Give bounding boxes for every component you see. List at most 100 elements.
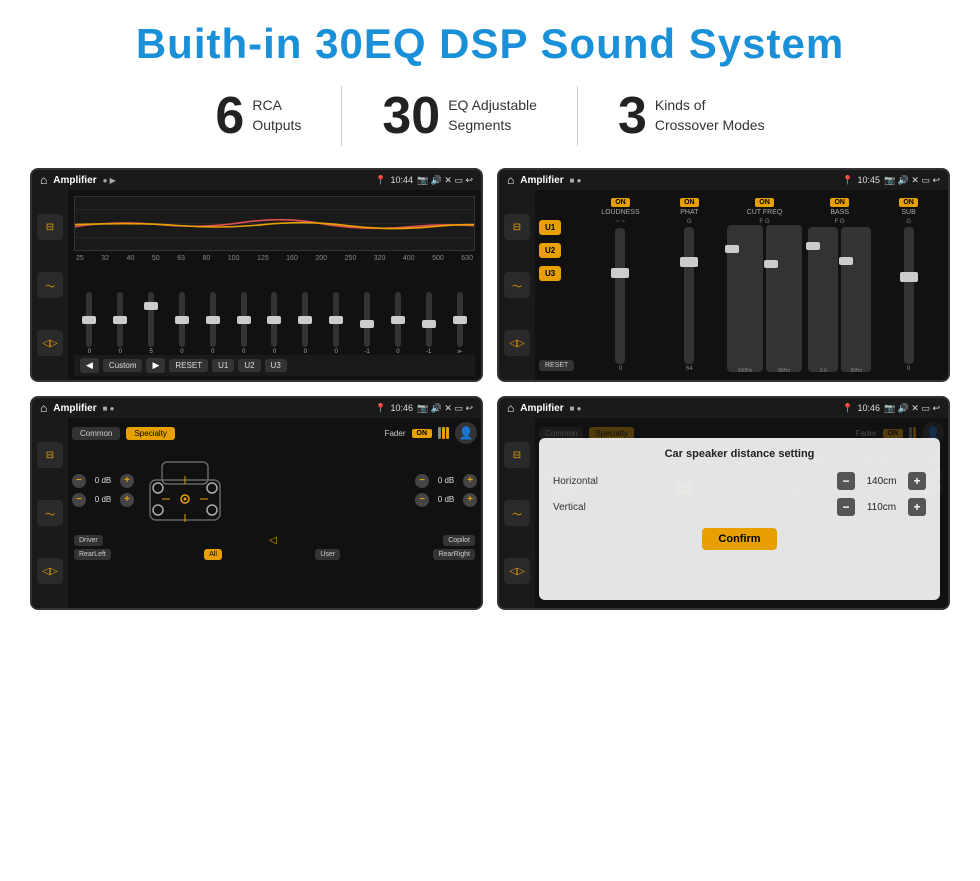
- status-bar-2: ⌂ Amplifier ■ ● 📍 10:45 📷 🔊 ✕ ▭ ↩: [499, 170, 948, 190]
- cutfreq-slider2[interactable]: 80Hz: [766, 225, 802, 372]
- cross-tab-common[interactable]: Common: [72, 427, 120, 440]
- screen-cross-wrapper: ⌂ Amplifier ■ ● 📍 10:46 📷 🔊 ✕ ▭ ↩ ⊟ 〜 ◁▷: [30, 396, 483, 610]
- right-db1-minus[interactable]: −: [415, 474, 429, 488]
- cross-wave-btn[interactable]: 〜: [37, 500, 63, 526]
- u2-button[interactable]: U2: [539, 243, 561, 258]
- cross-top-row: Common Specialty Fader ON 👤: [72, 422, 477, 444]
- eq-u1-btn[interactable]: U1: [212, 359, 234, 372]
- eq-volume-btn[interactable]: ◁▷: [37, 330, 63, 356]
- eq-wave-btn[interactable]: 〜: [37, 272, 63, 298]
- horizontal-minus-btn[interactable]: −: [837, 472, 855, 490]
- right-db-controls: − 0 dB + − 0 dB +: [415, 474, 477, 507]
- eq-prev-btn[interactable]: ◀: [80, 358, 99, 373]
- dialog-wave-btn[interactable]: 〜: [504, 500, 530, 526]
- profile-icon[interactable]: 👤: [455, 422, 477, 444]
- sub-slider[interactable]: [904, 227, 914, 364]
- status-right-4: 📍 10:46 📷 🔊 ✕ ▭ ↩: [842, 403, 940, 414]
- eq-slider-5[interactable]: 0: [230, 292, 257, 355]
- fader-label: Fader: [385, 429, 406, 438]
- sub-on[interactable]: ON: [899, 198, 918, 207]
- eq-slider-3[interactable]: 0: [169, 292, 196, 355]
- rearright-btn[interactable]: RearRight: [433, 549, 475, 560]
- cutfreq-slider1[interactable]: 100Hz: [727, 225, 763, 372]
- eq-slider-8[interactable]: 0: [323, 292, 350, 355]
- eq-u2-btn[interactable]: U2: [238, 359, 260, 372]
- left-db2-plus[interactable]: +: [120, 493, 134, 507]
- stat-rca: 6 RCA Outputs: [175, 90, 341, 142]
- amp2-reset-btn[interactable]: RESET: [539, 354, 574, 372]
- cross-filter-btn[interactable]: ⊟: [37, 442, 63, 468]
- dialog-volume-btn[interactable]: ◁▷: [504, 558, 530, 584]
- phat-on[interactable]: ON: [680, 198, 699, 207]
- vertical-row: Vertical − 110cm +: [553, 498, 926, 516]
- copilot-btn[interactable]: Copilot: [443, 535, 475, 546]
- bass-label: BASS: [830, 209, 849, 216]
- eq-slider-7[interactable]: 0: [292, 292, 319, 355]
- eq-slider-1[interactable]: 0: [107, 292, 134, 355]
- right-db-control-1: − 0 dB +: [415, 474, 477, 488]
- rearleft-btn[interactable]: RearLeft: [74, 549, 111, 560]
- left-db1-plus[interactable]: +: [120, 474, 134, 488]
- dialog-title: Car speaker distance setting: [553, 448, 926, 460]
- u1-button[interactable]: U1: [539, 220, 561, 235]
- horizontal-row: Horizontal − 140cm +: [553, 472, 926, 490]
- eq-freq-labels: 25 32 40 50 63 80 100 125 160 200 250 32…: [74, 255, 475, 262]
- dialog-filter-btn[interactable]: ⊟: [504, 442, 530, 468]
- stat-number-rca: 6: [215, 90, 244, 142]
- eq-sidebar: ⊟ 〜 ◁▷: [32, 190, 68, 380]
- vertical-plus-btn[interactable]: +: [908, 498, 926, 516]
- bass-slider2[interactable]: 90Hz: [841, 227, 871, 372]
- bass-slider1[interactable]: 3.0: [808, 227, 838, 372]
- right-db1-plus[interactable]: +: [463, 474, 477, 488]
- amp2-volume-btn[interactable]: ◁▷: [504, 330, 530, 356]
- eq-filter-btn[interactable]: ⊟: [37, 214, 63, 240]
- eq-slider-9[interactable]: -1: [354, 292, 381, 355]
- phat-slider[interactable]: [684, 227, 694, 364]
- horizontal-plus-btn[interactable]: +: [908, 472, 926, 490]
- channel-phat: ON PHAT G 64: [658, 198, 721, 372]
- loudness-slider[interactable]: [615, 228, 625, 364]
- eq-slider-0[interactable]: 0: [76, 292, 103, 355]
- eq-u3-btn[interactable]: U3: [265, 359, 287, 372]
- fader-on-btn[interactable]: ON: [412, 429, 433, 438]
- home-icon-4[interactable]: ⌂: [507, 401, 514, 415]
- amp2-wave-btn[interactable]: 〜: [504, 272, 530, 298]
- vertical-minus-btn[interactable]: −: [837, 498, 855, 516]
- horizontal-value: 140cm: [859, 476, 904, 487]
- cutfreq-on[interactable]: ON: [755, 198, 774, 207]
- home-icon-3[interactable]: ⌂: [40, 401, 47, 415]
- icons-4: 📷 🔊 ✕ ▭ ↩: [884, 403, 940, 414]
- car-diagram: [140, 450, 409, 530]
- u3-button[interactable]: U3: [539, 266, 561, 281]
- right-db2-minus[interactable]: −: [415, 493, 429, 507]
- bass-on[interactable]: ON: [830, 198, 849, 207]
- status-bar-3: ⌂ Amplifier ■ ● 📍 10:46 📷 🔊 ✕ ▭ ↩: [32, 398, 481, 418]
- eq-slider-6[interactable]: 0: [261, 292, 288, 355]
- all-btn[interactable]: All: [204, 549, 222, 560]
- location-icon-4: 📍: [842, 403, 853, 414]
- eq-slider-4[interactable]: 0: [199, 292, 226, 355]
- driver-btn[interactable]: Driver: [74, 535, 103, 546]
- home-icon-1[interactable]: ⌂: [40, 173, 47, 187]
- confirm-button[interactable]: Confirm: [702, 528, 776, 550]
- eq-slider-10[interactable]: 0: [384, 292, 411, 355]
- eq-reset-btn[interactable]: RESET: [169, 359, 208, 372]
- left-db2-minus[interactable]: −: [72, 493, 86, 507]
- right-db2-plus[interactable]: +: [463, 493, 477, 507]
- status-indicator-1: ● ▶: [103, 176, 116, 185]
- left-arrow-icon[interactable]: ◁: [269, 535, 277, 546]
- eq-slider-2[interactable]: 5: [138, 292, 165, 355]
- cross-tab-specialty[interactable]: Specialty: [126, 427, 174, 440]
- loudness-on[interactable]: ON: [611, 198, 630, 207]
- dialog-sidebar: ⊟ 〜 ◁▷: [499, 418, 535, 608]
- left-db1-minus[interactable]: −: [72, 474, 86, 488]
- status-left-2: ⌂ Amplifier ■ ●: [507, 173, 581, 187]
- home-icon-2[interactable]: ⌂: [507, 173, 514, 187]
- amp2-filter-btn[interactable]: ⊟: [504, 214, 530, 240]
- eq-slider-11[interactable]: -1: [415, 292, 442, 355]
- eq-next-btn[interactable]: ▶: [146, 358, 165, 373]
- eq-slider-12[interactable]: ≫: [446, 292, 473, 355]
- user-btn[interactable]: User: [315, 549, 340, 560]
- location-icon-1: 📍: [375, 175, 386, 186]
- cross-volume-btn[interactable]: ◁▷: [37, 558, 63, 584]
